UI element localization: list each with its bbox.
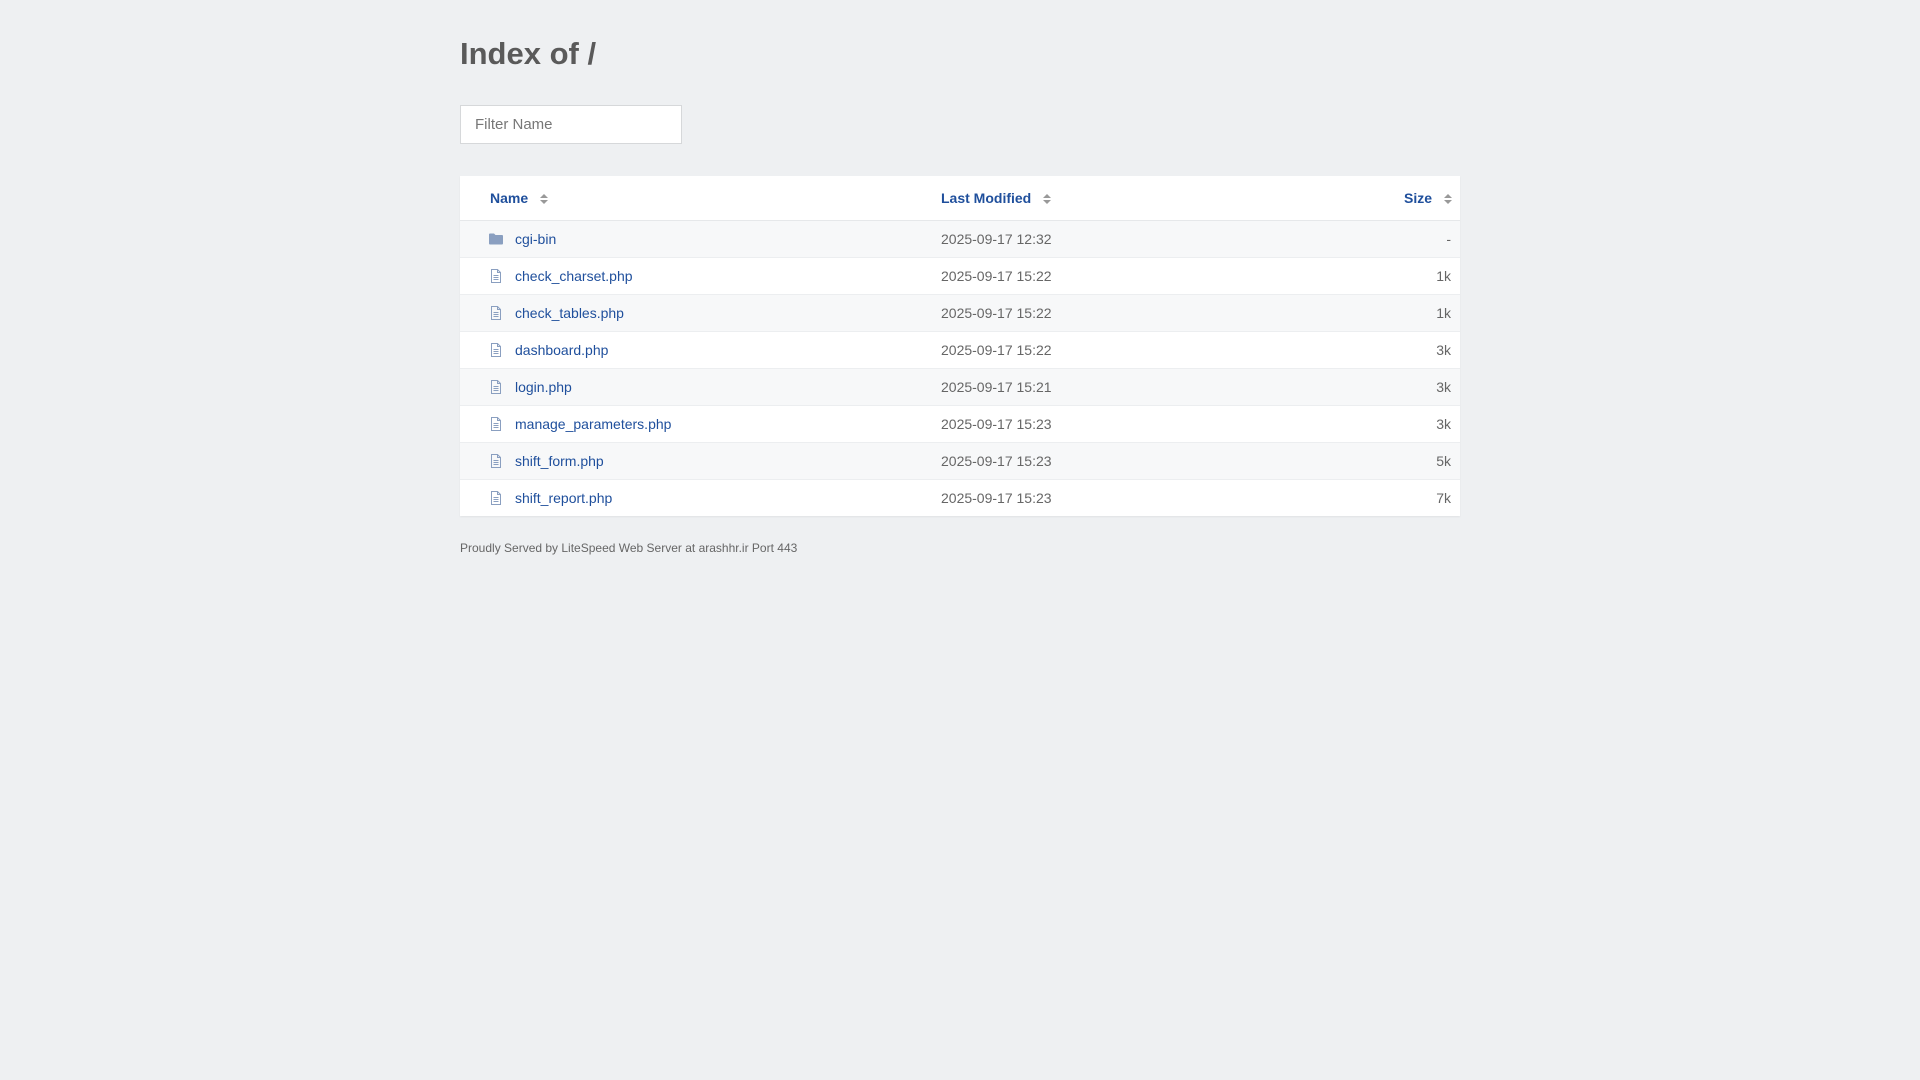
page-title: Index of / <box>460 36 597 71</box>
size-cell: 5k <box>1436 453 1451 469</box>
sort-arrows-icon <box>1444 194 1452 206</box>
last-modified-cell: 2025-09-17 15:23 <box>941 416 1052 432</box>
size-header-label: Size <box>1403 190 1432 206</box>
table-row: shift_form.php 2025-09-17 15:23 5k <box>460 443 1460 480</box>
file-name-link[interactable]: cgi-bin <box>515 231 556 247</box>
file-name-link[interactable]: check_tables.php <box>515 305 624 321</box>
size-cell: 3k <box>1436 342 1451 358</box>
size-cell: 3k <box>1436 416 1451 432</box>
file-icon <box>488 342 504 358</box>
file-listing-table: Name Last Modified Size cgi-bin 2025-09-1… <box>460 176 1460 516</box>
last-modified-cell: 2025-09-17 15:22 <box>941 268 1052 284</box>
sort-by-last-modified-header[interactable]: Last Modified <box>941 190 1052 206</box>
file-icon <box>488 490 504 506</box>
last-modified-cell: 2025-09-17 15:23 <box>941 490 1052 506</box>
name-header-label: Name <box>490 190 529 206</box>
table-row: check_charset.php 2025-09-17 15:22 1k <box>460 258 1460 295</box>
size-cell: 7k <box>1436 490 1451 506</box>
last-modified-cell: 2025-09-17 12:32 <box>941 231 1052 247</box>
file-icon <box>488 268 504 284</box>
file-name-link[interactable]: login.php <box>515 379 572 395</box>
file-icon <box>488 379 504 395</box>
last-modified-header-label: Last Modified <box>941 190 1032 206</box>
server-footer: Proudly Served by LiteSpeed Web Server a… <box>460 541 798 555</box>
last-modified-cell: 2025-09-17 15:22 <box>941 342 1052 358</box>
folder-icon <box>488 231 504 247</box>
sort-by-name-header[interactable]: Name <box>490 190 549 206</box>
sort-arrows-icon <box>540 194 549 206</box>
table-header: Name Last Modified Size <box>460 176 1460 221</box>
file-icon <box>488 305 504 321</box>
table-row: shift_report.php 2025-09-17 15:23 7k <box>460 480 1460 516</box>
sort-arrows-icon <box>1043 194 1052 206</box>
file-name-link[interactable]: manage_parameters.php <box>515 416 671 432</box>
filter-name-input[interactable] <box>460 105 682 144</box>
table-row: cgi-bin 2025-09-17 12:32 - <box>460 221 1460 258</box>
table-body: cgi-bin 2025-09-17 12:32 - check_charset.ph… <box>460 221 1460 516</box>
file-icon <box>488 416 504 432</box>
sort-by-size-header[interactable]: Size <box>1404 190 1452 206</box>
last-modified-cell: 2025-09-17 15:23 <box>941 453 1052 469</box>
table-row: dashboard.php 2025-09-17 15:22 3k <box>460 332 1460 369</box>
file-icon <box>488 453 504 469</box>
file-name-link[interactable]: dashboard.php <box>515 342 608 358</box>
size-cell: 1k <box>1436 305 1451 321</box>
file-name-link[interactable]: shift_form.php <box>515 453 604 469</box>
size-cell: - <box>1446 231 1451 247</box>
last-modified-cell: 2025-09-17 15:22 <box>941 305 1052 321</box>
table-row: check_tables.php 2025-09-17 15:22 1k <box>460 295 1460 332</box>
file-name-link[interactable]: check_charset.php <box>515 268 633 284</box>
size-cell: 1k <box>1436 268 1451 284</box>
size-cell: 3k <box>1436 379 1451 395</box>
last-modified-cell: 2025-09-17 15:21 <box>941 379 1052 395</box>
table-row: login.php 2025-09-17 15:21 3k <box>460 369 1460 406</box>
file-name-link[interactable]: shift_report.php <box>515 490 612 506</box>
table-row: manage_parameters.php 2025-09-17 15:23 3k <box>460 406 1460 443</box>
